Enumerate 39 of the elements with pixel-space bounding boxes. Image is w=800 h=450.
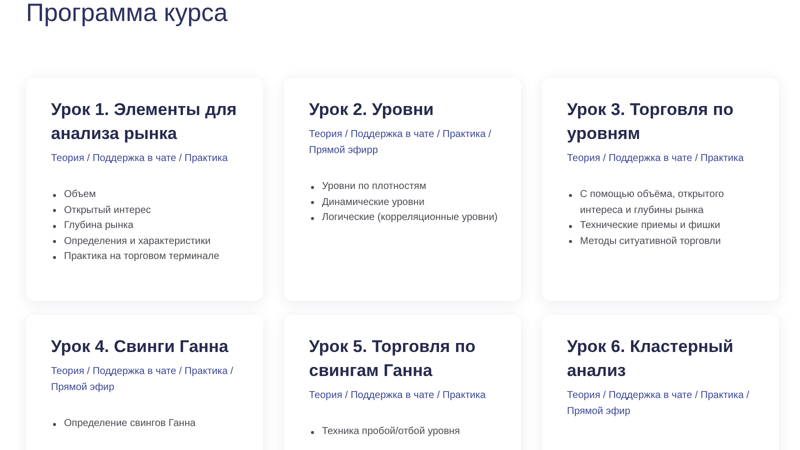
- topic-text: Уровни по плотностям: [322, 180, 426, 194]
- topic-text: Логические (корреляционные уровни): [322, 211, 498, 225]
- lesson-formats: Теория / Поддержка в чате / Практика / Прямой эфир: [51, 365, 234, 395]
- topic-text: Технические приемы и фишки: [580, 219, 720, 233]
- topic-text: Практика на торговом терминале: [64, 250, 220, 264]
- topic-text: Определения и характеристики: [64, 234, 211, 248]
- bullet-icon: [569, 194, 572, 196]
- bullet-icon: [53, 209, 56, 212]
- bullet-icon: [53, 224, 56, 228]
- lesson-formats: Теория / Поддержка в чате / Практика: [567, 152, 745, 166]
- lesson-formats: Теория / Поддержка в чате / Практика: [309, 389, 487, 403]
- bullet-icon: [53, 240, 56, 243]
- topic-text: Динамические уровни: [322, 196, 424, 210]
- topic-text: Определение свингов Ганна: [64, 417, 196, 431]
- lesson-title: Урок 6. Кластерный анализ: [567, 336, 734, 382]
- topic-text: Открытый интерес: [64, 204, 151, 218]
- lesson-formats: Теория / Поддержка в чате / Практика / Прямой эфир: [567, 389, 750, 419]
- lesson-title: Урок 1. Элементы для анализа рынка: [51, 99, 238, 145]
- bullet-icon: [53, 194, 56, 196]
- lesson-title: Урок 4. Свинги Ганна: [51, 336, 230, 358]
- topic-text: Объем: [64, 188, 96, 202]
- topic-text: Методы ситуативной торговли: [580, 234, 721, 248]
- topic-text: С помощью объёма, открытого интереса и глубины рынка: [580, 188, 725, 218]
- topic-text: Глубина рынка: [64, 219, 134, 233]
- bullet-icon: [311, 216, 314, 220]
- lesson-title: Урок 3. Торговля по уровням: [567, 99, 734, 145]
- bullet-icon: [53, 256, 56, 258]
- bullet-icon: [311, 186, 314, 188]
- bullet-icon: [569, 240, 572, 243]
- lesson-title: Урок 2. Уровни: [309, 99, 435, 121]
- topic-text: Техника пробой/отбой уровня: [322, 425, 460, 439]
- bullet-icon: [53, 422, 56, 426]
- bullet-icon: [311, 201, 314, 204]
- lesson-formats: Теория / Поддержка в чате / Практика / Прямой эфирр: [309, 128, 492, 158]
- lesson-title: Урок 5. Торговля по свингам Ганна: [309, 336, 476, 382]
- bullet-icon: [569, 224, 572, 228]
- lesson-formats: Теория / Поддержка в чате / Практика: [51, 152, 229, 166]
- section-title: Программа курса: [26, 0, 229, 29]
- bullet-icon: [311, 430, 314, 434]
